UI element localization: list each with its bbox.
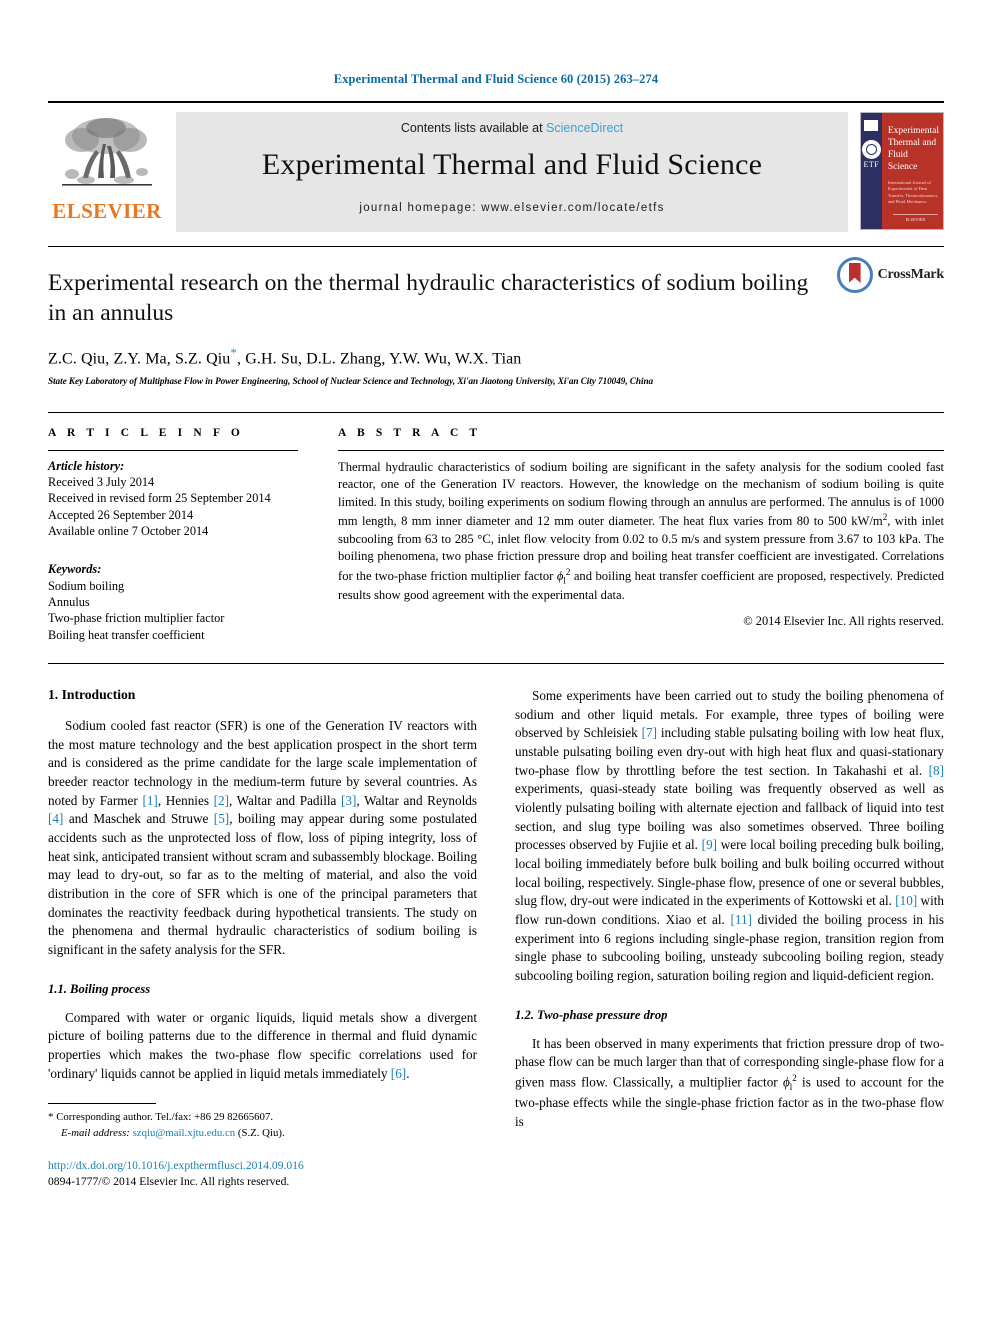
doi-link[interactable]: http://dx.doi.org/10.1016/j.expthermflus… (48, 1158, 477, 1174)
elsevier-wordmark: ELSEVIER (52, 199, 162, 223)
journal-title: Experimental Thermal and Fluid Science (261, 148, 763, 181)
abstract-heading: A B S T R A C T (338, 426, 482, 439)
article-info-column: A R T I C L E I N F O Article history: R… (48, 427, 298, 643)
keywords-label: Keywords: (48, 562, 102, 577)
article-history-label: Article history: (48, 458, 125, 473)
para2-a: Compared with water or organic liquids, … (48, 1009, 477, 1081)
body-right-column: Some experiments have been carried out t… (515, 687, 944, 1190)
citation-3[interactable]: [3] (341, 793, 356, 808)
crossmark-label: CrossMark (877, 267, 945, 282)
para4-phi-subscript: l (789, 1082, 793, 1093)
journal-banner: Contents lists available at ScienceDirec… (176, 112, 848, 232)
cover-right-panel: Experimental Thermal and Fluid Science I… (881, 113, 943, 229)
para1-b: , Hennies (157, 792, 214, 808)
affiliation: State Key Laboratory of Multiphase Flow … (48, 375, 654, 386)
email-address-suffix: (S.Z. Qiu). (235, 1127, 285, 1140)
citation-7[interactable]: [7] (642, 725, 657, 740)
citation-1[interactable]: [1] (142, 793, 157, 808)
abstract-text: Thermal hydraulic characteristics of sod… (338, 459, 944, 605)
history-item: Received in revised form 25 September 20… (48, 491, 271, 506)
footnote-block: * Corresponding author. Tel./fax: +86 29… (48, 1103, 477, 1189)
cover-left-stripe: ETF (861, 113, 882, 229)
contents-list-line: Contents lists available at ScienceDirec… (401, 121, 623, 135)
footnote-divider (48, 1103, 156, 1105)
paragraph-experiments: Some experiments have been carried out t… (515, 687, 944, 986)
citation-10[interactable]: [10] (895, 893, 917, 908)
cover-publisher-badge-icon (863, 119, 880, 132)
cover-etf-circle-icon (861, 140, 881, 159)
body-top-divider (48, 662, 944, 664)
keyword-item: Boiling heat transfer coefficient (48, 627, 205, 642)
cover-journal-title: Experimental Thermal and Fluid Science (887, 126, 939, 172)
issn-copyright-line: 0894-1777/© 2014 Elsevier Inc. All right… (48, 1174, 290, 1188)
doi-block: http://dx.doi.org/10.1016/j.expthermflus… (48, 1158, 477, 1189)
contents-prefix: Contents lists available at (400, 121, 547, 135)
abstract-part-1: Thermal hydraulic characteristics of sod… (338, 459, 944, 529)
cover-etf-label: ETF (863, 160, 880, 169)
journal-homepage-link[interactable]: journal homepage: www.elsevier.com/locat… (359, 202, 664, 214)
para1-e: and Maschek and Struwe (63, 811, 214, 827)
citation-6[interactable]: [6] (391, 1066, 406, 1081)
body-columns: 1. Introduction Sodium cooled fast react… (48, 687, 944, 1190)
crossmark-ribbon-icon (848, 263, 861, 283)
para2-b: . (406, 1065, 410, 1081)
running-head: Experimental Thermal and Fluid Science 6… (333, 72, 659, 86)
authors-before-marker: Z.C. Qiu, Z.Y. Ma, S.Z. Qiu (48, 350, 231, 368)
footnote-corresponding-author: * Corresponding author. Tel./fax: +86 29… (48, 1110, 477, 1126)
history-item: Accepted 26 September 2014 (48, 507, 194, 522)
elsevier-logo: ELSEVIER (48, 112, 166, 222)
article-info-divider (48, 449, 298, 451)
email-address-link[interactable]: szqiu@mail.xjtu.edu.cn (133, 1127, 236, 1139)
para4-phi-symbol: ϕ (782, 1074, 790, 1090)
footnote-corresponding-text: Corresponding author. Tel./fax: +86 29 8… (53, 1111, 274, 1124)
history-item: Received 3 July 2014 (48, 474, 155, 489)
cover-journal-subtitle: International Journal of Experimental of… (887, 179, 939, 205)
abstract-column: A B S T R A C T Thermal hydraulic charac… (338, 427, 944, 643)
para1-d: , Waltar and Reynolds (356, 792, 477, 808)
para1-c: , Waltar and Padilla (228, 792, 341, 808)
journal-masthead: ELSEVIER Contents lists available at Sci… (48, 101, 944, 240)
title-block: CrossMark Experimental research on the t… (48, 247, 944, 386)
section-heading-introduction: 1. Introduction (48, 686, 136, 702)
para1-f: , boiling may appear during some postula… (48, 811, 477, 958)
article-info-heading: A R T I C L E I N F O (48, 426, 244, 439)
paragraph-intro-1: Sodium cooled fast reactor (SFR) is one … (48, 717, 477, 960)
abstract-copyright: © 2014 Elsevier Inc. All rights reserved… (743, 614, 944, 629)
paragraph-boiling-process: Compared with water or organic liquids, … (48, 1009, 477, 1084)
keywords-block: Keywords: Sodium boiling Annulus Two-pha… (48, 561, 298, 643)
citation-4[interactable]: [4] (48, 811, 63, 826)
footnote-email-line: E-mail address: szqiu@mail.xjtu.edu.cn (… (48, 1126, 477, 1141)
elsevier-tree-icon (56, 114, 158, 200)
keyword-item: Annulus (48, 594, 90, 609)
article-history-block: Article history: Received 3 July 2014 Re… (48, 458, 298, 540)
info-abstract-section: A R T I C L E I N F O Article history: R… (48, 411, 944, 643)
citation-2[interactable]: [2] (214, 793, 229, 808)
sciencedirect-link[interactable]: ScienceDirect (546, 121, 623, 135)
section-heading-pressure-drop: 1.2. Two-phase pressure drop (515, 1007, 668, 1022)
keyword-item: Two-phase friction multiplier factor (48, 611, 225, 626)
cover-imprint: ELSEVIER (893, 214, 938, 222)
paragraph-pressure-drop: It has been observed in many experiments… (515, 1035, 944, 1131)
section-heading-boiling-process: 1.1. Boiling process (48, 981, 151, 996)
crossmark-badge[interactable]: CrossMark (836, 257, 945, 293)
journal-cover-thumbnail[interactable]: ETF Experimental Thermal and Fluid Scien… (860, 112, 944, 230)
citation-9[interactable]: [9] (702, 837, 717, 852)
email-address-label: E-mail address: (61, 1127, 130, 1140)
citation-5[interactable]: [5] (214, 811, 229, 826)
keyword-item: Sodium boiling (48, 578, 125, 593)
authors-after-marker: , G.H. Su, D.L. Zhang, Y.W. Wu, W.X. Tia… (237, 350, 522, 368)
crossmark-icon (836, 257, 873, 293)
citation-8[interactable]: [8] (929, 763, 944, 778)
citation-11[interactable]: [11] (730, 912, 751, 927)
abstract-divider (338, 449, 944, 451)
paper-page: Experimental Thermal and Fluid Science 6… (0, 0, 992, 1323)
page-title: Experimental research on the thermal hyd… (48, 270, 809, 326)
body-left-column: 1. Introduction Sodium cooled fast react… (48, 687, 477, 1190)
history-item: Available online 7 October 2014 (48, 523, 209, 538)
author-list: Z.C. Qiu, Z.Y. Ma, S.Z. Qiu*, G.H. Su, D… (48, 345, 944, 368)
